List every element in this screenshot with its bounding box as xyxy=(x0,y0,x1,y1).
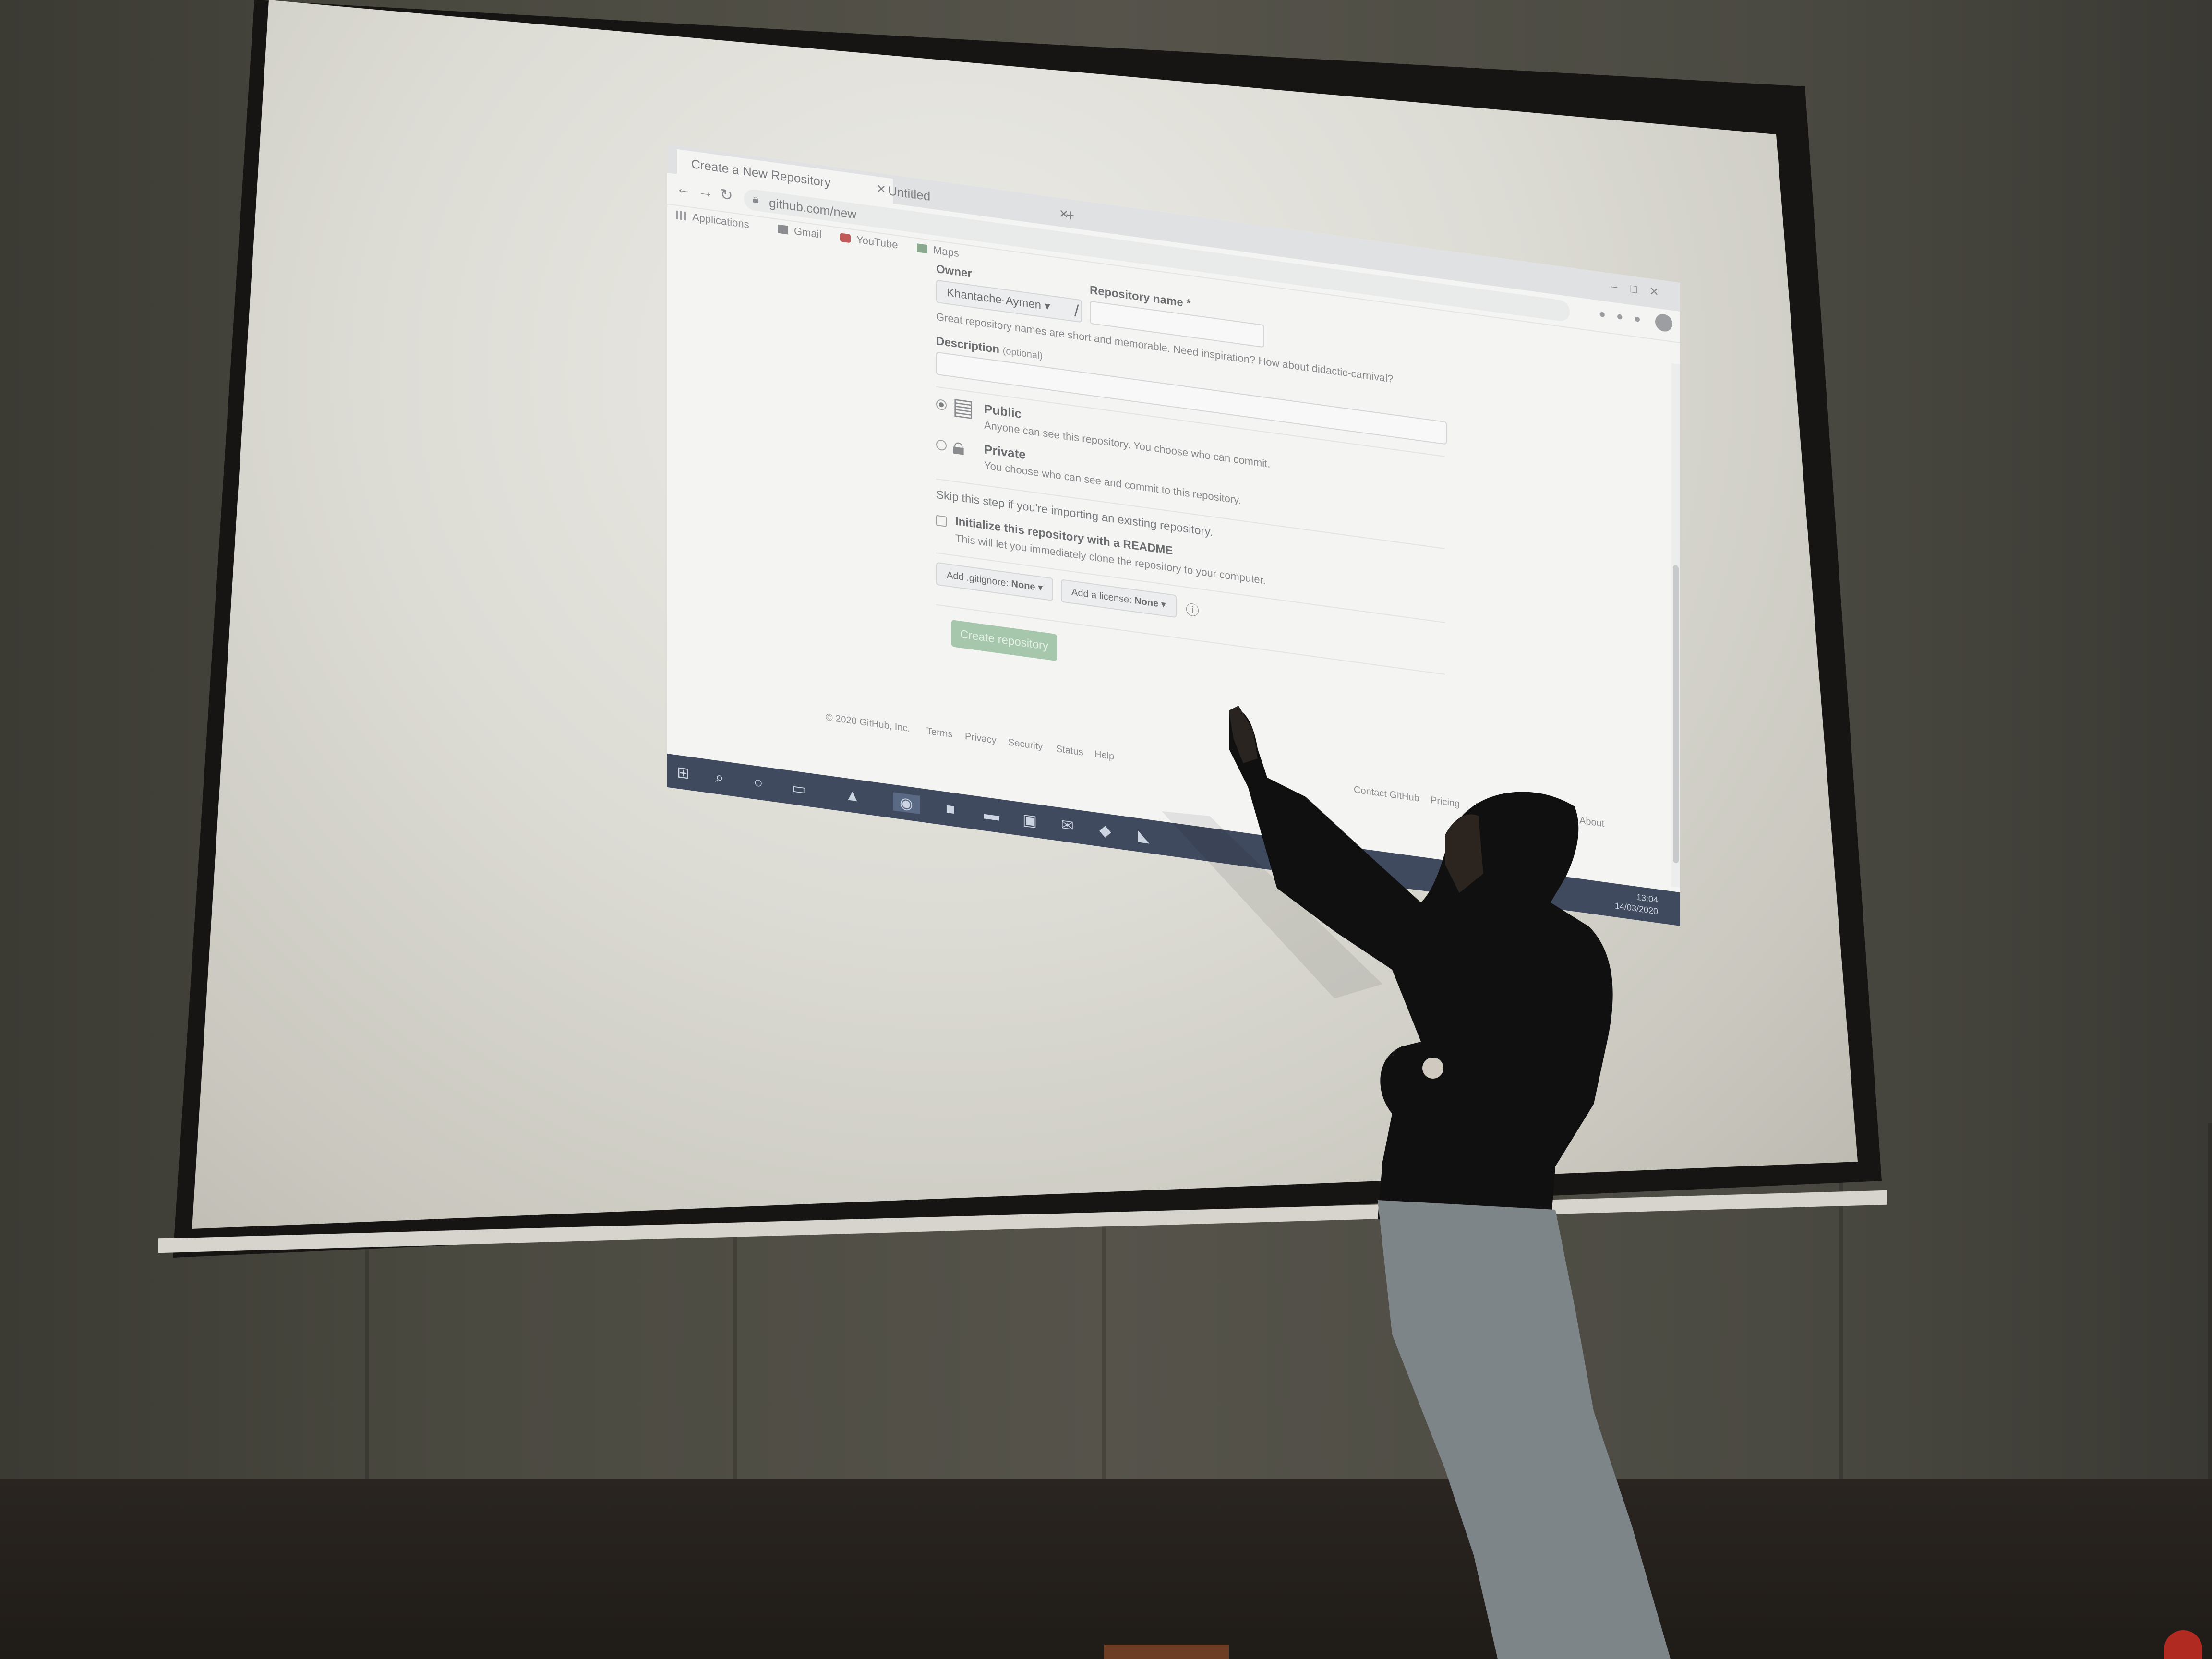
gmail-icon xyxy=(778,224,788,235)
search-icon[interactable]: ⌕ xyxy=(715,768,724,787)
footer-copyright: © 2020 GitHub, Inc. xyxy=(826,712,910,734)
vscode-icon[interactable]: ◣ xyxy=(1138,826,1150,845)
footer-link-pricing[interactable]: Pricing xyxy=(1431,795,1460,810)
page-scrollbar[interactable] xyxy=(1671,363,1680,888)
projected-desktop: Create a New Repository ✕ Untitled ✕ + –… xyxy=(667,144,1685,955)
license-select[interactable]: Add a license: None ▾ xyxy=(1061,579,1177,618)
public-radio[interactable] xyxy=(936,398,947,411)
footer-link-blog[interactable]: Blog xyxy=(1546,811,1565,824)
task-view-icon[interactable]: ▭ xyxy=(792,779,806,799)
app-icon[interactable]: ■ xyxy=(946,799,955,818)
app-icon[interactable]: ▲ xyxy=(845,786,860,805)
youtube-icon xyxy=(840,233,851,243)
bookmark-youtube[interactable]: YouTube xyxy=(840,231,898,252)
lock-icon: 🔒︎ xyxy=(952,433,965,460)
extension-icons[interactable]: ●●● xyxy=(1599,307,1652,328)
private-radio[interactable] xyxy=(936,439,947,451)
footer-link-security[interactable]: Security xyxy=(1008,737,1043,753)
mail-icon[interactable]: ✉ xyxy=(1061,815,1074,835)
profile-avatar[interactable] xyxy=(1655,313,1672,333)
bookmark-gmail[interactable]: Gmail xyxy=(778,223,821,241)
public-title: Public xyxy=(984,401,1022,421)
maps-icon xyxy=(917,243,927,254)
owner-value: Khantache-Aymen xyxy=(947,286,1042,312)
private-title: Private xyxy=(984,442,1026,462)
git-icon[interactable]: ◆ xyxy=(1099,820,1111,840)
footer-link-help[interactable]: Help xyxy=(1094,749,1114,763)
windows-start-icon[interactable]: ⊞ xyxy=(677,763,690,783)
info-icon[interactable]: ⓘ xyxy=(1186,599,1199,620)
back-icon[interactable]: ← xyxy=(676,179,691,198)
footer-link-privacy[interactable]: Privacy xyxy=(965,731,997,746)
file-explorer-icon[interactable]: ▬ xyxy=(984,805,999,824)
footer-link-terms[interactable]: Terms xyxy=(926,726,952,740)
window-controls[interactable]: –□✕ xyxy=(1611,279,1671,301)
floor xyxy=(0,1479,2212,1659)
readme-checkbox[interactable] xyxy=(936,515,947,527)
repo-book-icon: ▤ xyxy=(952,393,974,422)
footer-link-about[interactable]: About xyxy=(1579,815,1604,830)
footer-link-status[interactable]: Status xyxy=(1056,744,1083,758)
stage-edge xyxy=(1104,1645,1229,1659)
cortana-icon[interactable]: ○ xyxy=(754,773,763,793)
scrollbar-thumb[interactable] xyxy=(1673,565,1679,864)
apps-grid-icon xyxy=(676,210,686,221)
owner-repo-separator: / xyxy=(1074,301,1079,321)
footer-link-api[interactable]: API xyxy=(1474,801,1489,814)
forward-icon[interactable]: → xyxy=(698,182,713,202)
create-repository-button[interactable]: Create repository xyxy=(951,620,1057,661)
clock-time: 13:04 xyxy=(1636,892,1658,905)
gitignore-select[interactable]: Add .gitignore: None ▾ xyxy=(936,562,1054,601)
taskbar-clock[interactable]: 13:04 14/03/2020 xyxy=(1615,888,1658,917)
tab-label: Untitled xyxy=(888,183,931,204)
footer-link-training[interactable]: Training xyxy=(1498,804,1532,820)
bookmark-maps[interactable]: Maps xyxy=(917,241,959,260)
lock-icon: 🔒︎ xyxy=(753,192,759,206)
chrome-icon[interactable]: ◉ xyxy=(893,792,920,815)
store-icon[interactable]: ▣ xyxy=(1022,810,1037,830)
url-text: github.com/new xyxy=(769,195,857,222)
reload-icon[interactable]: ↻ xyxy=(720,185,733,205)
new-tab-icon[interactable]: + xyxy=(1066,203,1075,229)
footer-link-contact[interactable]: Contact GitHub xyxy=(1354,784,1419,805)
